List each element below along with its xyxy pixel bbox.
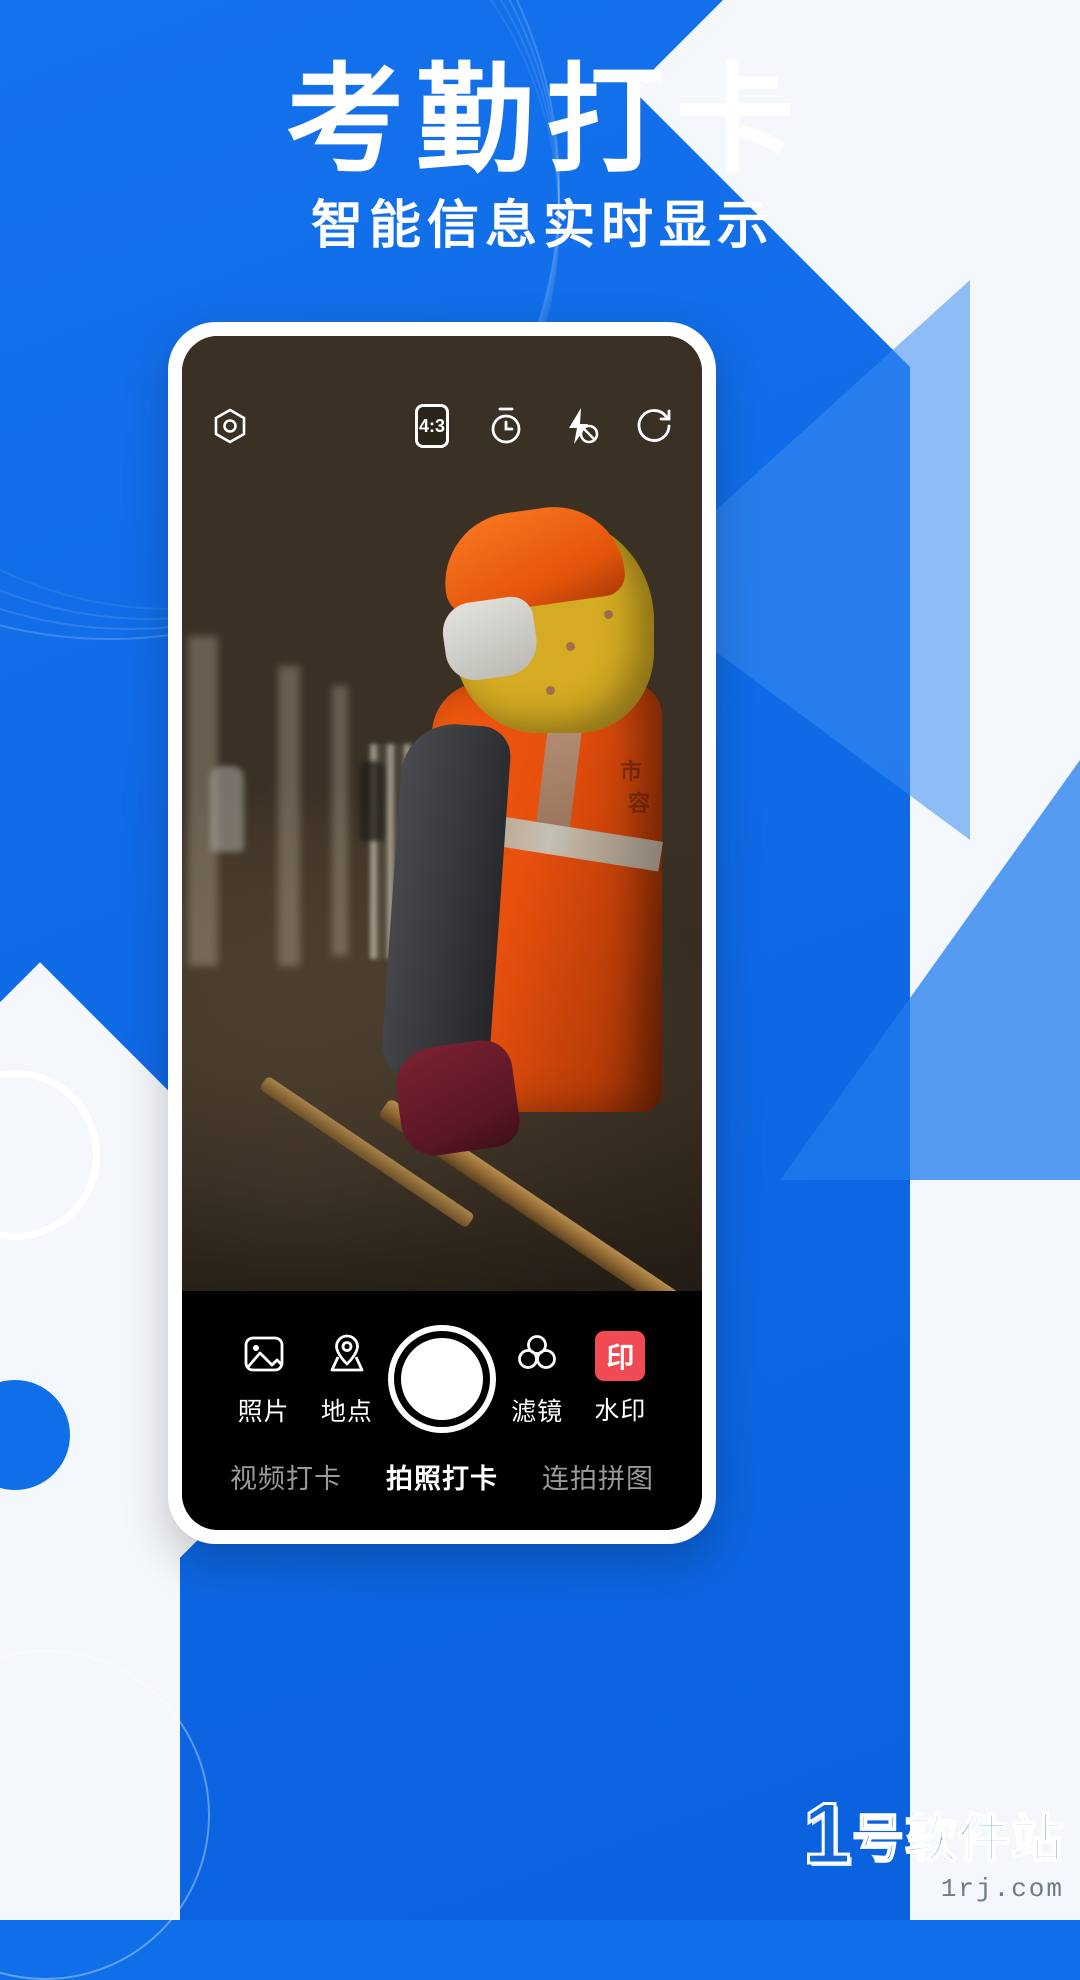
mode-tab-video[interactable]: 视频打卡	[230, 1457, 342, 1496]
vest-text-glyph: 市	[620, 759, 643, 784]
background-pedestrian-far	[210, 766, 244, 852]
location-pin-icon	[324, 1331, 370, 1382]
site-watermark-name: 号软件站	[851, 1810, 1064, 1870]
site-watermark-url: 1rj.com	[940, 1874, 1064, 1904]
capture-mode-tabs: 视频打卡 拍照打卡 连拍拼图	[182, 1457, 702, 1496]
camera-bottom-bar: 照片 地点 滤镜 印 水印 视频打卡 拍照打卡 连拍拼图	[182, 1291, 702, 1530]
background-tree-trunk	[332, 686, 348, 956]
worker-figure: 市 容	[258, 497, 702, 1291]
stamp-button[interactable]: 印 水印	[579, 1331, 662, 1427]
photo-gallery-button[interactable]: 照片	[222, 1331, 305, 1428]
photo-label: 照片	[237, 1397, 290, 1426]
background-pedestrian	[360, 761, 384, 841]
camera-tool-row: 照片 地点 滤镜 印 水印	[182, 1291, 702, 1433]
work-glove	[391, 1036, 523, 1160]
shutter-button[interactable]	[388, 1325, 496, 1433]
site-watermark-row: 1 号软件站	[802, 1785, 1064, 1882]
aspect-ratio-label: 4:3	[415, 404, 449, 448]
filter-circles-icon	[514, 1331, 560, 1382]
mode-tab-burst[interactable]: 连拍拼图	[542, 1457, 654, 1496]
mode-tab-photo[interactable]: 拍照打卡	[386, 1457, 498, 1496]
location-button[interactable]: 地点	[305, 1331, 388, 1428]
camera-top-controls: 4:3	[182, 404, 702, 448]
filter-label: 滤镜	[511, 1397, 564, 1426]
location-label: 地点	[320, 1397, 373, 1426]
phone-screen: 市 容 4:3 照片 地点 滤镜 印 水印 视频打卡 拍照打卡 连拍拼图	[182, 336, 702, 1530]
hexagon-filter-icon[interactable]	[208, 404, 252, 448]
photo-icon	[241, 1331, 287, 1382]
shutter-icon	[400, 1338, 483, 1420]
stamp-icon: 印	[595, 1331, 646, 1381]
site-watermark: 1 号软件站 1rj.com	[802, 1785, 1064, 1904]
page-title: 考勤打卡	[285, 55, 806, 187]
vest-text-glyph: 容	[628, 791, 651, 816]
camera-preview: 市 容	[182, 336, 702, 1291]
background-tree-trunk	[278, 666, 300, 966]
stamp-label: 水印	[594, 1397, 647, 1425]
phone-mockup: 市 容 4:3 照片 地点 滤镜 印 水印 视频打卡 拍照打卡 连拍拼图	[168, 322, 716, 1544]
site-watermark-numeral: 1	[802, 1785, 853, 1882]
switch-camera-icon[interactable]	[632, 404, 676, 448]
flash-off-icon[interactable]	[558, 404, 602, 448]
page-subtitle: 智能信息实时显示	[310, 197, 775, 255]
timer-icon[interactable]	[484, 404, 528, 448]
filter-button[interactable]: 滤镜	[496, 1331, 579, 1428]
aspect-ratio-button[interactable]: 4:3	[410, 404, 454, 448]
